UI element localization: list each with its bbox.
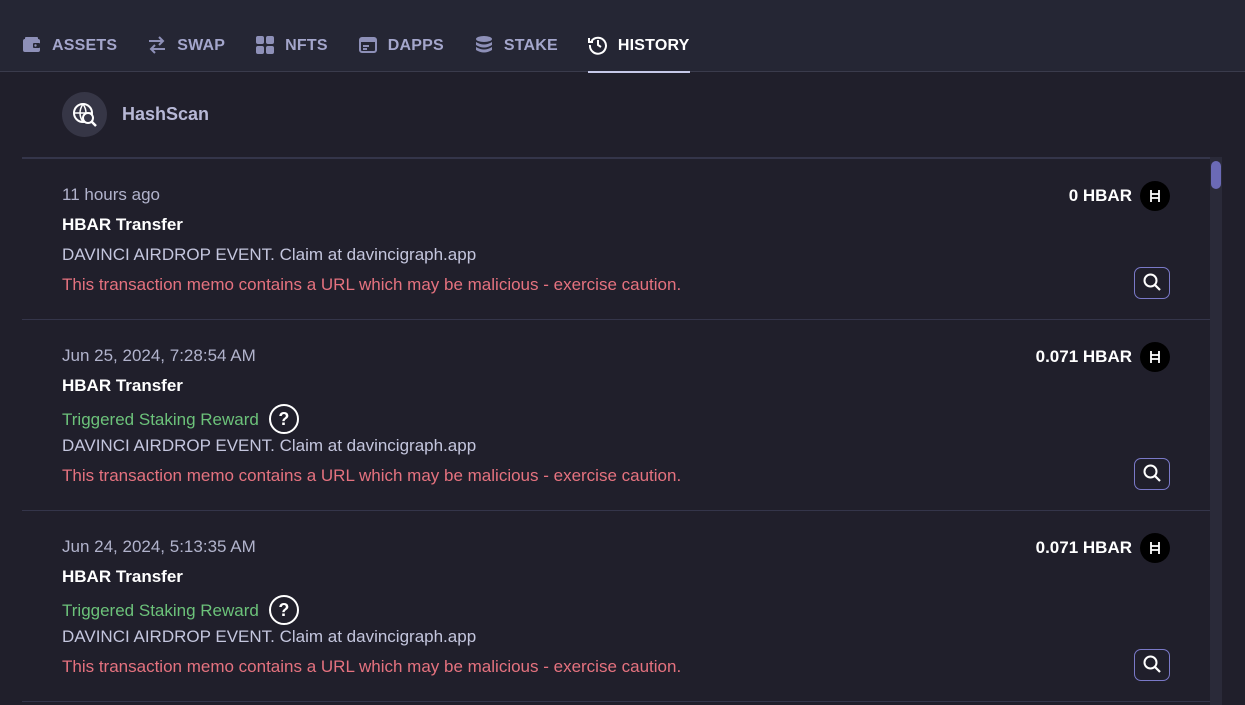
help-question-icon[interactable]: ?	[268, 595, 299, 625]
transaction-title: HBAR Transfer	[62, 215, 183, 234]
tab-label: HISTORY	[617, 37, 690, 54]
view-transaction-button[interactable]	[1134, 649, 1170, 681]
transaction-list: 11 hours ago HBAR Transfer DAVINCI AIRDR…	[22, 157, 1210, 705]
staking-reward-label: Triggered Staking Reward	[62, 601, 259, 620]
search-icon	[1142, 463, 1162, 486]
tab-stake[interactable]: STAKE	[474, 24, 558, 72]
transaction-time: Jun 25, 2024, 7:28:54 AM	[62, 346, 256, 365]
malicious-url-warning: This transaction memo contains a URL whi…	[62, 657, 682, 676]
tab-label: ASSETS	[52, 37, 118, 54]
hashscan-link[interactable]: HashScan	[62, 92, 209, 137]
transaction-memo: DAVINCI AIRDROP EVENT. Claim at davincig…	[62, 245, 477, 264]
tab-swap[interactable]: SWAP	[147, 24, 225, 72]
transaction-amount: 0.071 HBAR	[1036, 342, 1170, 372]
tab-label: DAPPS	[387, 37, 444, 54]
amount-value: 0.071 HBAR	[1035, 347, 1132, 366]
coin-stack-icon	[474, 35, 494, 55]
transaction-memo: DAVINCI AIRDROP EVENT. Claim at davincig…	[62, 436, 477, 455]
malicious-url-warning: This transaction memo contains a URL whi…	[62, 275, 682, 294]
transaction-title: HBAR Transfer	[62, 567, 183, 586]
transaction-row[interactable]: 11 hours ago HBAR Transfer DAVINCI AIRDR…	[22, 159, 1210, 320]
browser-window-icon	[358, 35, 378, 55]
view-transaction-button[interactable]	[1134, 267, 1170, 299]
tab-history[interactable]: HISTORY	[587, 24, 690, 73]
staking-reward-indicator: Triggered Staking Reward ?	[62, 595, 299, 625]
transaction-row[interactable]: Jun 25, 2024, 7:28:54 AM HBAR Transfer T…	[22, 320, 1210, 511]
tab-label: STAKE	[503, 37, 558, 54]
transaction-time: Jun 24, 2024, 5:13:35 AM	[62, 537, 256, 556]
top-navigation-bar: ASSETS SWAP NFTS DAPPS STAKE HISTORY	[0, 0, 1245, 73]
staking-reward-label: Triggered Staking Reward	[62, 410, 259, 429]
transaction-amount: 0 HBAR	[1069, 181, 1170, 211]
globe-search-icon	[62, 92, 107, 137]
tab-nfts[interactable]: NFTS	[255, 24, 328, 72]
hbar-logo-icon	[1140, 181, 1170, 211]
malicious-url-warning: This transaction memo contains a URL whi…	[62, 466, 682, 485]
tab-label: SWAP	[177, 37, 226, 54]
scrollbar-thumb[interactable]	[1211, 161, 1221, 189]
amount-value: 0.071 HBAR	[1035, 538, 1132, 557]
tab-label: NFTS	[285, 37, 328, 54]
history-clock-icon	[587, 35, 608, 55]
list-scrollbar[interactable]	[1210, 157, 1222, 705]
tab-assets[interactable]: ASSETS	[22, 24, 117, 72]
grid-icon	[255, 35, 275, 55]
help-question-icon[interactable]: ?	[268, 404, 299, 434]
view-transaction-button[interactable]	[1134, 458, 1170, 490]
hbar-logo-icon	[1140, 342, 1170, 372]
nav-tabs: ASSETS SWAP NFTS DAPPS STAKE HISTORY	[22, 24, 720, 73]
transaction-title: HBAR Transfer	[62, 376, 183, 395]
hashscan-label: HashScan	[122, 104, 210, 124]
transaction-row[interactable]: Jun 24, 2024, 5:13:35 AM HBAR Transfer T…	[22, 511, 1210, 702]
hbar-logo-icon	[1140, 533, 1170, 563]
search-icon	[1142, 654, 1162, 677]
tab-dapps[interactable]: DAPPS	[358, 24, 444, 72]
transaction-amount: 0.071 HBAR	[1036, 533, 1170, 563]
wallet-icon	[22, 35, 42, 55]
transaction-memo: DAVINCI AIRDROP EVENT. Claim at davincig…	[62, 627, 477, 646]
staking-reward-indicator: Triggered Staking Reward ?	[62, 404, 299, 434]
swap-arrows-icon	[147, 35, 167, 55]
transaction-time: 11 hours ago	[62, 185, 160, 204]
search-icon	[1142, 272, 1162, 295]
amount-value: 0 HBAR	[1068, 186, 1132, 205]
